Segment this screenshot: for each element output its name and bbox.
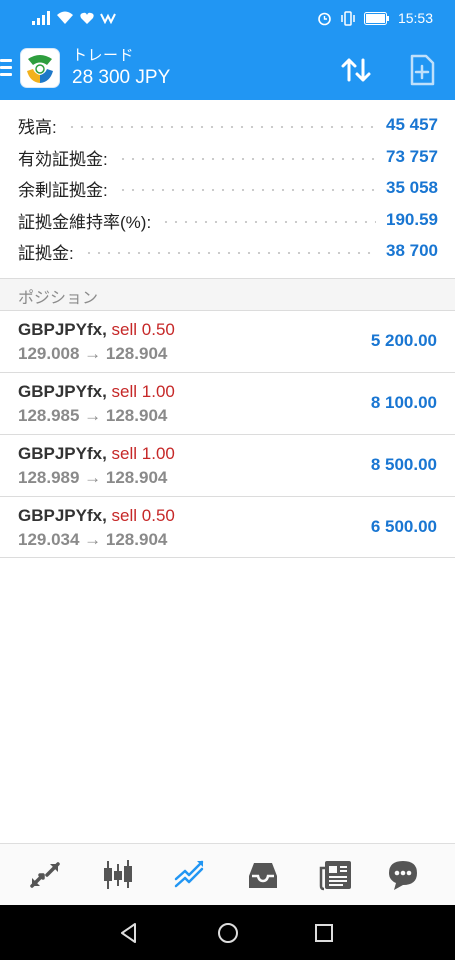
divider bbox=[0, 557, 455, 558]
position-profit: 8 100.00 bbox=[370, 393, 437, 412]
trade-icon[interactable] bbox=[173, 858, 207, 892]
android-navigation-bar bbox=[0, 905, 455, 960]
account-balance: 28 300 JPY bbox=[72, 67, 171, 88]
position-direction: sell 0.50 bbox=[111, 506, 175, 525]
position-direction: sell 1.00 bbox=[111, 444, 175, 463]
summary-label: 証拠金: bbox=[18, 243, 74, 263]
history-icon[interactable] bbox=[246, 858, 280, 892]
summary-label: 余剰証拠金: bbox=[18, 180, 108, 200]
summary-row-equity: 有効証拠金: 73 757 bbox=[18, 142, 438, 172]
position-symbol: GBPJPYfx, bbox=[18, 444, 107, 463]
summary-value: 38 700 bbox=[386, 241, 438, 260]
dotted-leader bbox=[117, 189, 376, 191]
dotted-leader bbox=[66, 126, 376, 128]
position-prices: 129.034 → 128.904 bbox=[18, 530, 168, 549]
position-direction: sell 0.50 bbox=[111, 320, 175, 339]
dotted-leader bbox=[161, 221, 376, 223]
menu-icon[interactable] bbox=[0, 59, 12, 77]
bottom-navigation bbox=[0, 843, 455, 905]
summary-row-balance: 残高: 45 457 bbox=[18, 110, 438, 140]
summary-row-free-margin: 余剰証拠金: 35 058 bbox=[18, 173, 438, 203]
quotes-icon[interactable] bbox=[28, 858, 62, 892]
wifi-icon bbox=[57, 11, 73, 24]
summary-value: 45 457 bbox=[386, 115, 438, 134]
position-row[interactable]: GBPJPYfx, sell 1.00 128.989 → 128.904 8 … bbox=[0, 435, 455, 497]
position-profit: 5 200.00 bbox=[370, 331, 437, 350]
summary-row-margin: 証拠金: 38 700 bbox=[18, 236, 438, 266]
status-bar: 15:53 bbox=[0, 0, 455, 38]
summary-value: 73 757 bbox=[386, 147, 438, 166]
chart-icon[interactable] bbox=[101, 858, 135, 892]
positions-section-header: ポジション bbox=[0, 279, 455, 311]
summary-label: 残高: bbox=[18, 117, 57, 137]
sort-icon[interactable] bbox=[338, 52, 374, 88]
position-symbol: GBPJPYfx, bbox=[18, 382, 107, 401]
summary-row-margin-level: 証拠金維持率(%): 190.59 bbox=[18, 205, 438, 235]
position-prices: 129.008 → 128.904 bbox=[18, 344, 168, 363]
position-prices: 128.989 → 128.904 bbox=[18, 468, 168, 487]
summary-label: 証拠金維持率(%): bbox=[18, 212, 152, 232]
dotted-leader bbox=[117, 158, 376, 160]
position-prices: 128.985 → 128.904 bbox=[18, 406, 168, 425]
position-symbol: GBPJPYfx, bbox=[18, 506, 107, 525]
recents-icon[interactable] bbox=[312, 921, 336, 945]
position-symbol: GBPJPYfx, bbox=[18, 320, 107, 339]
vibrate-icon bbox=[341, 10, 355, 26]
back-icon[interactable] bbox=[117, 921, 141, 945]
position-profit: 6 500.00 bbox=[370, 517, 437, 536]
account-summary: 残高: 45 457 有効証拠金: 73 757 余剰証拠金: 35 058 証… bbox=[0, 100, 455, 278]
app-toolbar: トレード 28 300 JPY bbox=[0, 38, 455, 100]
clock-time: 15:53 bbox=[397, 10, 433, 26]
battery-icon bbox=[363, 11, 389, 25]
position-row[interactable]: GBPJPYfx, sell 0.50 129.008 → 128.904 5 … bbox=[0, 311, 455, 373]
position-direction: sell 1.00 bbox=[111, 382, 175, 401]
heart-icon bbox=[80, 12, 94, 24]
position-profit: 8 500.00 bbox=[370, 455, 437, 474]
summary-value: 35 058 bbox=[386, 178, 438, 197]
summary-label: 有効証拠金: bbox=[18, 149, 108, 169]
news-icon[interactable] bbox=[319, 858, 353, 892]
section-title: ポジション bbox=[18, 290, 99, 307]
signal-icon bbox=[32, 11, 50, 25]
app-notification-icon bbox=[100, 13, 116, 24]
new-order-icon[interactable] bbox=[404, 52, 440, 88]
position-row[interactable]: GBPJPYfx, sell 1.00 128.985 → 128.904 8 … bbox=[0, 373, 455, 435]
position-row[interactable]: GBPJPYfx, sell 0.50 129.034 → 128.904 6 … bbox=[0, 497, 455, 559]
chat-icon[interactable] bbox=[386, 858, 420, 892]
alarm-icon bbox=[318, 12, 331, 25]
summary-value: 190.59 bbox=[386, 210, 438, 229]
metatrader-logo-icon[interactable] bbox=[20, 48, 60, 88]
dotted-leader bbox=[83, 252, 376, 254]
screen-title: トレード bbox=[72, 47, 135, 64]
home-icon[interactable] bbox=[216, 921, 240, 945]
